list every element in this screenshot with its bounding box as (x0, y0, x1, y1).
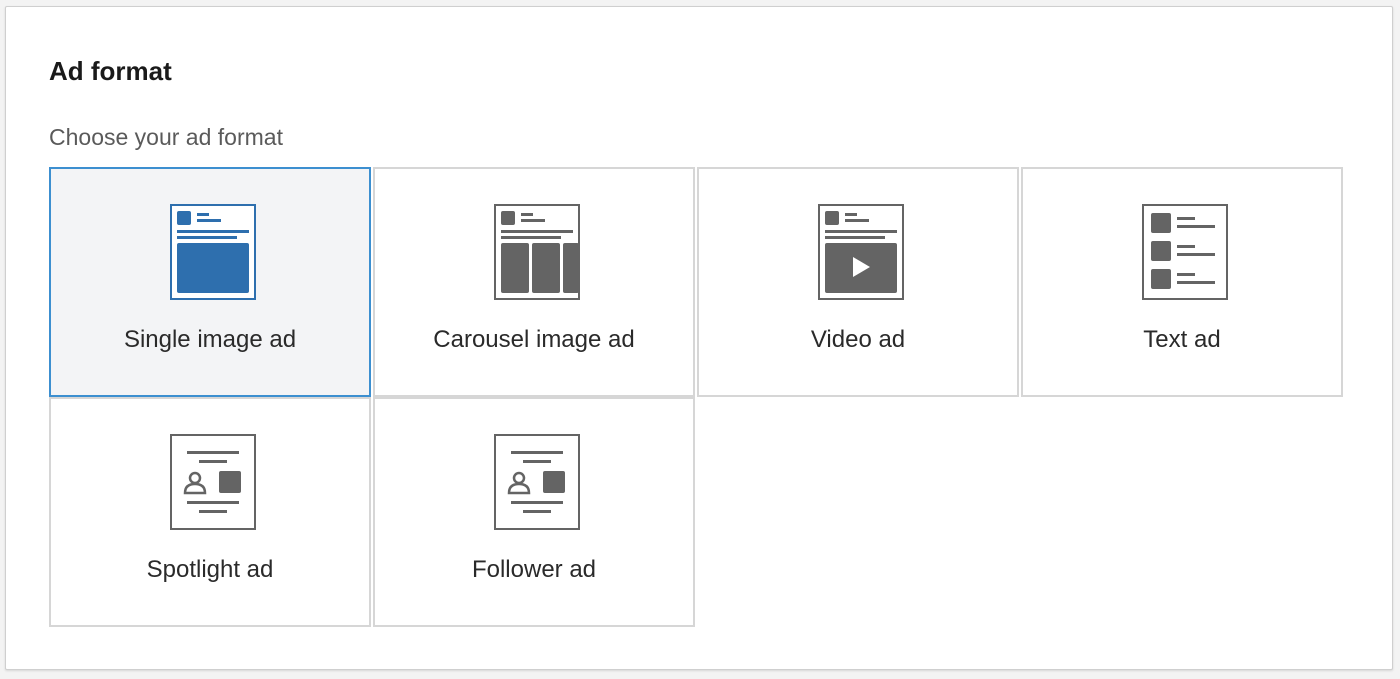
single-image-ad-icon (170, 204, 256, 300)
format-label: Single image ad (123, 326, 297, 353)
video-ad-icon (818, 204, 904, 300)
format-tile-spotlight-ad[interactable]: Spotlight ad (49, 397, 371, 627)
format-label: Video ad (810, 326, 906, 353)
format-tile-single-image-ad[interactable]: Single image ad (49, 167, 371, 397)
ad-format-card: Ad format Choose your ad format Single i… (5, 6, 1393, 670)
format-label: Text ad (1143, 326, 1221, 353)
format-tile-text-ad[interactable]: Text ad (1021, 167, 1343, 397)
text-ad-icon (1142, 204, 1228, 300)
format-tile-video-ad[interactable]: Video ad (697, 167, 1019, 397)
spotlight-ad-icon (170, 434, 256, 530)
format-label: Carousel image ad (433, 326, 635, 353)
carousel-image-ad-icon (494, 204, 580, 300)
section-title: Ad format (49, 56, 172, 86)
section-subtitle: Choose your ad format (49, 124, 283, 150)
format-tile-follower-ad[interactable]: Follower ad (373, 397, 695, 627)
format-tile-carousel-image-ad[interactable]: Carousel image ad (373, 167, 695, 397)
format-label: Follower ad (471, 556, 597, 583)
format-label: Spotlight ad (146, 556, 274, 583)
follower-ad-icon (494, 434, 580, 530)
